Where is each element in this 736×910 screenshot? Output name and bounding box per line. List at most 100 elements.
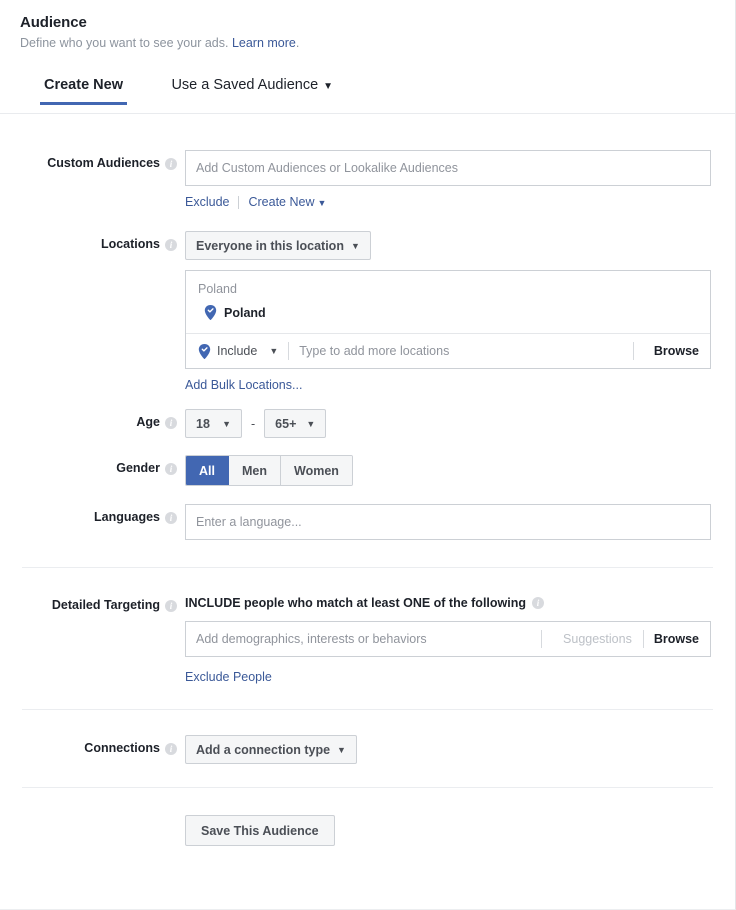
chevron-down-icon: ▼	[323, 81, 334, 92]
location-include-label: Include	[217, 344, 258, 358]
chevron-down-icon: ▼	[269, 346, 279, 356]
section-divider	[22, 709, 713, 710]
suggestions-button[interactable]: Suggestions	[552, 632, 643, 646]
learn-more-link[interactable]: Learn more	[232, 36, 296, 50]
detailed-targeting-title-text: INCLUDE people who match at least ONE of…	[185, 596, 526, 610]
location-pin-check-icon	[204, 305, 217, 320]
info-icon[interactable]: i	[165, 416, 177, 429]
location-pin-check-icon	[198, 343, 211, 359]
locations-label-text: Locations	[100, 237, 160, 251]
connection-type-label: Add a connection type	[196, 742, 331, 757]
connections-label-text: Connections	[84, 741, 160, 755]
locations-row: Locations i Everyone in this location ▼ …	[0, 231, 735, 392]
custom-audiences-row: Custom Audiences i Add Custom Audiences …	[0, 150, 735, 209]
languages-row: Languages i Enter a language...	[0, 504, 735, 540]
connections-label: Connections i	[0, 735, 185, 756]
save-audience-button[interactable]: Save This Audience	[185, 815, 335, 846]
age-label-text: Age	[136, 415, 160, 429]
custom-audiences-label-text: Custom Audiences	[47, 156, 160, 170]
detailed-targeting-browse-button[interactable]: Browse	[644, 632, 710, 646]
locations-search-input[interactable]: Type to add more locations	[299, 344, 623, 358]
detailed-targeting-row: Detailed Targeting i INCLUDE people who …	[0, 592, 735, 684]
location-scope-label: Everyone in this location	[196, 238, 344, 253]
detailed-targeting-input[interactable]: Add demographics, interests or behaviors…	[185, 621, 711, 657]
info-icon[interactable]: i	[165, 511, 177, 524]
audience-panel: Audience Define who you want to see your…	[0, 0, 736, 910]
browse-divider	[632, 342, 634, 360]
connection-type-dropdown[interactable]: Add a connection type ▼	[185, 735, 357, 764]
panel-header: Audience Define who you want to see your…	[0, 0, 735, 50]
chevron-down-icon: ▼	[337, 744, 346, 755]
age-separator: -	[251, 416, 256, 431]
detailed-targeting-field: INCLUDE people who match at least ONE of…	[185, 592, 711, 684]
custom-audiences-input[interactable]: Add Custom Audiences or Lookalike Audien…	[185, 150, 711, 186]
age-label: Age i	[0, 409, 185, 430]
detailed-targeting-title: INCLUDE people who match at least ONE of…	[185, 592, 711, 610]
create-new-audience-link[interactable]: Create New ▼	[248, 195, 326, 209]
section-divider	[22, 567, 713, 568]
age-min-value: 18	[196, 416, 210, 431]
exclude-people-link[interactable]: Exclude People	[185, 670, 272, 684]
chevron-down-icon: ▼	[306, 418, 316, 429]
age-min-dropdown[interactable]: 18 ▼	[185, 409, 242, 438]
gender-segmented-control: All Men Women	[185, 455, 353, 486]
languages-label: Languages i	[0, 504, 185, 525]
detailed-targeting-placeholder: Add demographics, interests or behaviors	[196, 632, 427, 646]
locations-browse-button[interactable]: Browse	[644, 344, 710, 358]
page-subtitle: Define who you want to see your ads. Lea…	[20, 36, 735, 50]
locations-search-placeholder: Type to add more locations	[299, 344, 450, 358]
gender-option-all[interactable]: All	[186, 456, 229, 485]
info-icon[interactable]: i	[165, 238, 177, 251]
locations-panel-header: Poland	[198, 282, 237, 296]
info-icon[interactable]: i	[165, 157, 177, 170]
detailed-targeting-label-text: Detailed Targeting	[51, 598, 160, 612]
location-scope-dropdown[interactable]: Everyone in this location ▼	[185, 231, 371, 260]
info-icon[interactable]: i	[532, 597, 544, 609]
chevron-down-icon: ▼	[222, 418, 231, 429]
info-icon[interactable]: i	[165, 742, 177, 755]
locations-field: Everyone in this location ▼ Poland Polan…	[185, 231, 711, 392]
locations-input-row: Include ▼ Type to add more locations Bro…	[186, 333, 710, 368]
custom-audiences-placeholder: Add Custom Audiences or Lookalike Audien…	[196, 161, 458, 175]
audience-tabs: Create New Use a Saved Audience ▼	[0, 76, 735, 114]
languages-input[interactable]: Enter a language...	[185, 504, 711, 540]
exclude-link[interactable]: Exclude	[185, 195, 229, 209]
link-divider	[238, 195, 240, 209]
gender-field: All Men Women	[185, 455, 711, 486]
gender-label-text: Gender	[116, 461, 160, 475]
detailed-targeting-label: Detailed Targeting i	[0, 592, 185, 613]
custom-audiences-field: Add Custom Audiences or Lookalike Audien…	[185, 150, 711, 209]
section-divider	[22, 787, 713, 788]
custom-audiences-label: Custom Audiences i	[0, 150, 185, 171]
gender-option-men[interactable]: Men	[229, 456, 281, 485]
age-max-value: 65+	[275, 416, 297, 431]
languages-placeholder: Enter a language...	[196, 515, 302, 529]
gender-option-women[interactable]: Women	[281, 456, 352, 485]
info-icon[interactable]: i	[165, 599, 177, 612]
list-item-label: Poland	[224, 305, 266, 320]
connections-row: Connections i Add a connection type ▼	[0, 735, 735, 764]
location-include-dropdown[interactable]: Include ▼	[198, 343, 279, 359]
tab-use-saved-audience[interactable]: Use a Saved Audience ▼	[167, 77, 337, 102]
gender-row: Gender i All Men Women	[0, 455, 735, 486]
list-item[interactable]: Poland	[186, 300, 710, 333]
languages-label-text: Languages	[94, 510, 160, 524]
input-divider	[541, 630, 543, 648]
input-divider	[288, 342, 290, 360]
add-bulk-locations-link[interactable]: Add Bulk Locations...	[185, 378, 302, 392]
languages-field: Enter a language...	[185, 504, 711, 540]
page-title: Audience	[20, 14, 87, 31]
subtitle-text: Define who you want to see your ads.	[20, 36, 229, 50]
info-icon[interactable]: i	[165, 462, 177, 475]
tab-create-new-label: Create New	[44, 77, 123, 93]
locations-panel: Poland Poland Include ▼ Type to add more…	[185, 270, 711, 369]
age-max-dropdown[interactable]: 65+ ▼	[264, 409, 327, 438]
gender-label: Gender i	[0, 455, 185, 476]
age-row: Age i 18 ▼ - 65+ ▼	[0, 409, 735, 438]
tab-create-new[interactable]: Create New	[40, 77, 127, 105]
custom-audiences-links: Exclude Create New ▼	[185, 195, 711, 209]
bulk-locations-row: Add Bulk Locations...	[185, 378, 711, 392]
age-field: 18 ▼ - 65+ ▼	[185, 409, 711, 438]
subtitle-period: .	[295, 36, 300, 50]
connections-field: Add a connection type ▼	[185, 735, 711, 764]
